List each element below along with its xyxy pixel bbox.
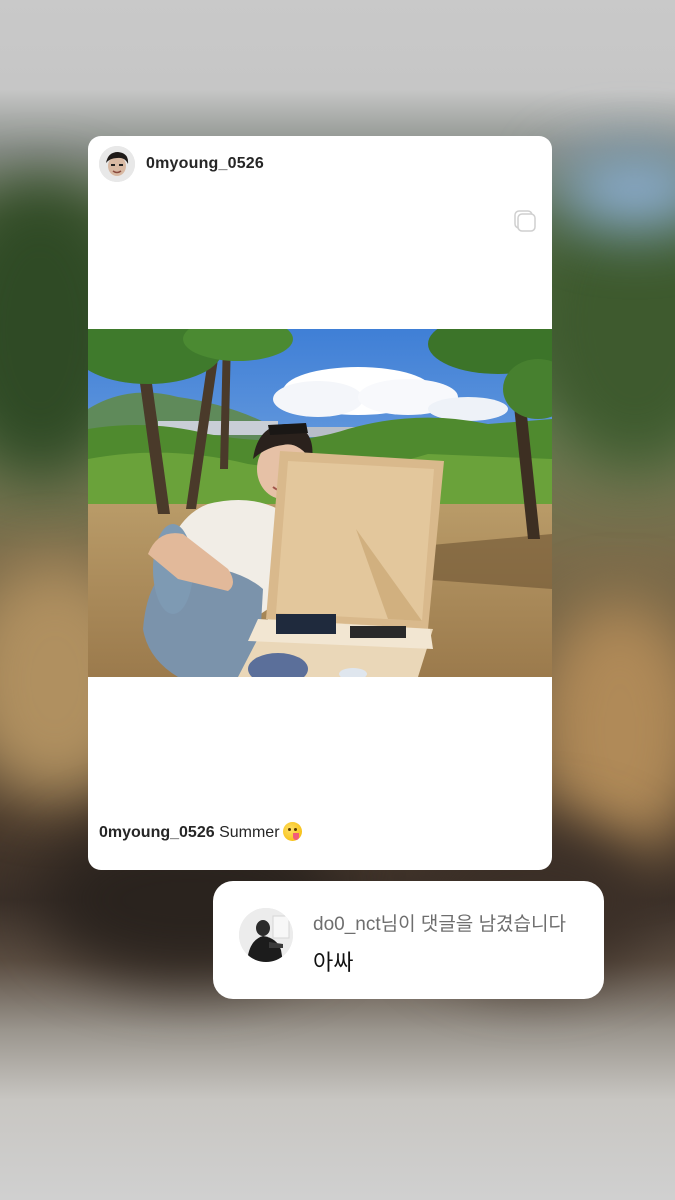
face-savoring-food-emoji-icon [282,822,302,841]
comment-header: do0_nct님이 댓글을 남겼습니다 [313,914,566,935]
post-header: 0myoung_0526 [88,136,552,194]
comment-notification[interactable]: do0_nct님이 댓글을 남겼습니다 아싸 [213,881,604,999]
shared-post-card[interactable]: 0myoung_0526 0myoung_0526 Summer [88,136,552,870]
post-author-avatar[interactable] [99,146,135,182]
caption-text: Summer [219,824,280,841]
post-caption: 0myoung_0526 Summer [99,822,302,842]
comment-text: 아싸 [313,950,354,975]
commenter-avatar[interactable] [239,908,293,962]
post-username[interactable]: 0myoung_0526 [146,155,264,173]
multiple-images-icon [512,208,538,234]
caption-username[interactable]: 0myoung_0526 [99,824,215,841]
post-photo [88,329,552,677]
